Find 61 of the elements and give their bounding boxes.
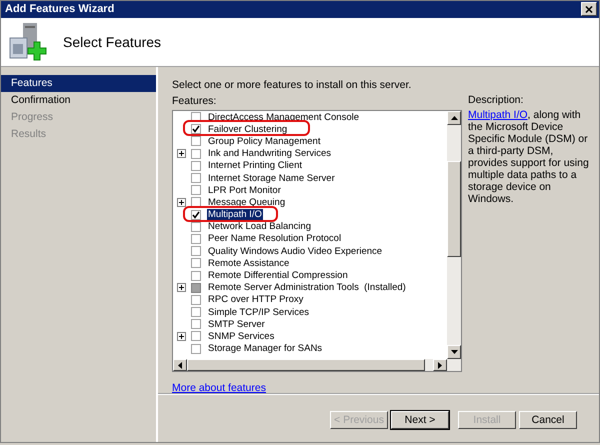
feature-link[interactable]: Multipath I/O: [468, 109, 528, 121]
feature-item[interactable]: Failover Clustering: [207, 124, 288, 135]
feature-item[interactable]: Storage Manager for SANs: [207, 343, 324, 354]
feature-item[interactable]: Ink and Handwriting Services: [207, 148, 332, 160]
feature-item[interactable]: Internet Printing Client: [207, 160, 303, 172]
feature-item[interactable]: RPC over HTTP Proxy: [207, 294, 304, 306]
expand-icon[interactable]: [177, 332, 186, 341]
scroll-up-icon[interactable]: [450, 116, 458, 120]
checkbox[interactable]: [191, 124, 201, 134]
more-link[interactable]: More about features: [172, 382, 266, 394]
feature-item[interactable]: SNMP Services: [207, 330, 276, 342]
feature-item[interactable]: Group Policy Management: [207, 136, 322, 147]
checkbox[interactable]: [191, 319, 201, 330]
checkbox[interactable]: [191, 307, 201, 318]
feature-item[interactable]: Quality Windows Audio Video Experience: [207, 246, 384, 257]
feature-item[interactable]: Network Load Balancing: [207, 221, 312, 232]
checkbox[interactable]: [191, 148, 201, 159]
checkbox[interactable]: [191, 258, 201, 268]
horizontal-scrollbar[interactable]: [173, 359, 461, 371]
checkbox[interactable]: [191, 210, 201, 220]
checkbox[interactable]: [191, 185, 201, 196]
scroll-down-icon[interactable]: [450, 350, 458, 354]
close-icon: [585, 6, 593, 13]
instruction-text: Select one or more features to install on this server.: [172, 79, 412, 91]
checkbox[interactable]: [191, 160, 201, 171]
wizard-button[interactable]: Next >: [391, 410, 449, 428]
feature-item[interactable]: DirectAccess Management Console: [207, 112, 360, 123]
expand-icon[interactable]: [177, 198, 186, 207]
feature-item[interactable]: Remote Assistance: [207, 258, 290, 269]
description-text: Multipath I/O, along with the Microsoft Device Specific Module (DSM) or a third-party DSM, provides support for using multiple data paths to a storage device on Windows.: [468, 109, 589, 205]
checkbox[interactable]: [191, 270, 201, 281]
scroll-right-icon[interactable]: [438, 362, 442, 368]
expand-icon[interactable]: [177, 149, 186, 158]
checkbox[interactable]: [191, 136, 201, 146]
features-label: Features:: [172, 95, 218, 107]
feature-item[interactable]: Message Queuing: [207, 196, 286, 208]
window-title: Add Features Wizard: [5, 3, 114, 16]
feature-item[interactable]: Remote Differential Compression: [207, 270, 349, 282]
checkbox[interactable]: [191, 222, 201, 232]
checkbox[interactable]: [191, 331, 201, 342]
page-title: Select Features: [63, 34, 162, 50]
wizard-step[interactable]: Features: [1, 75, 156, 92]
features-list[interactable]: [172, 110, 462, 372]
feature-item[interactable]: Multipath I/O: [207, 209, 263, 220]
feature-item[interactable]: Peer Name Resolution Protocol: [207, 233, 342, 244]
feature-item[interactable]: LPR Port Monitor: [207, 184, 282, 196]
checkbox[interactable]: [191, 234, 201, 244]
description-label: Description:: [468, 94, 524, 106]
feature-item[interactable]: Internet Storage Name Server: [207, 172, 336, 184]
checkbox[interactable]: [191, 344, 201, 354]
checkbox[interactable]: [191, 246, 201, 256]
feature-item[interactable]: Simple TCP/IP Services: [207, 306, 310, 318]
feature-item[interactable]: SMTP Server: [207, 318, 266, 330]
checkbox[interactable]: [191, 197, 201, 208]
wizard-button[interactable]: Cancel: [519, 410, 577, 428]
vertical-scrollbar[interactable]: [447, 111, 461, 359]
wizard-step[interactable]: Confirmation: [1, 92, 156, 109]
checkbox[interactable]: [191, 173, 201, 184]
checkbox[interactable]: [191, 294, 201, 305]
close-button[interactable]: [581, 2, 597, 16]
scroll-left-icon[interactable]: [178, 362, 182, 368]
